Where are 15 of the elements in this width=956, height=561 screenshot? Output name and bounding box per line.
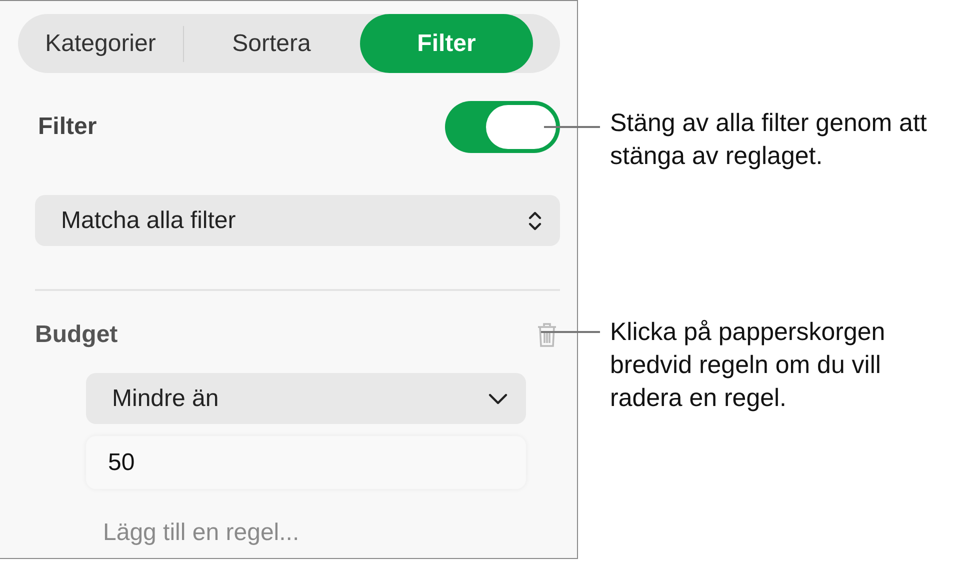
rule-name: Budget (35, 320, 118, 350)
chevron-down-icon (488, 392, 508, 404)
segment-tab[interactable]: Sortera (184, 14, 359, 73)
stepper-icon (528, 210, 542, 232)
trash-icon[interactable] (536, 322, 558, 348)
value-field[interactable]: 50 (86, 436, 526, 489)
match-select[interactable]: Matcha alla filter (35, 195, 560, 246)
callout-text: Stäng av alla filter genom att stänga av reglaget. (610, 108, 928, 172)
leader-line (541, 331, 600, 333)
condition-select[interactable]: Mindre än (86, 373, 526, 424)
leader-line (544, 126, 600, 128)
filter-label: Filter (38, 112, 97, 142)
filter-toggle[interactable] (445, 101, 560, 153)
callout-text: Klicka på papperskorgen bredvid regeln om du vill radera en regel. (610, 317, 886, 414)
segment-tab[interactable]: Kategorier (18, 14, 183, 73)
